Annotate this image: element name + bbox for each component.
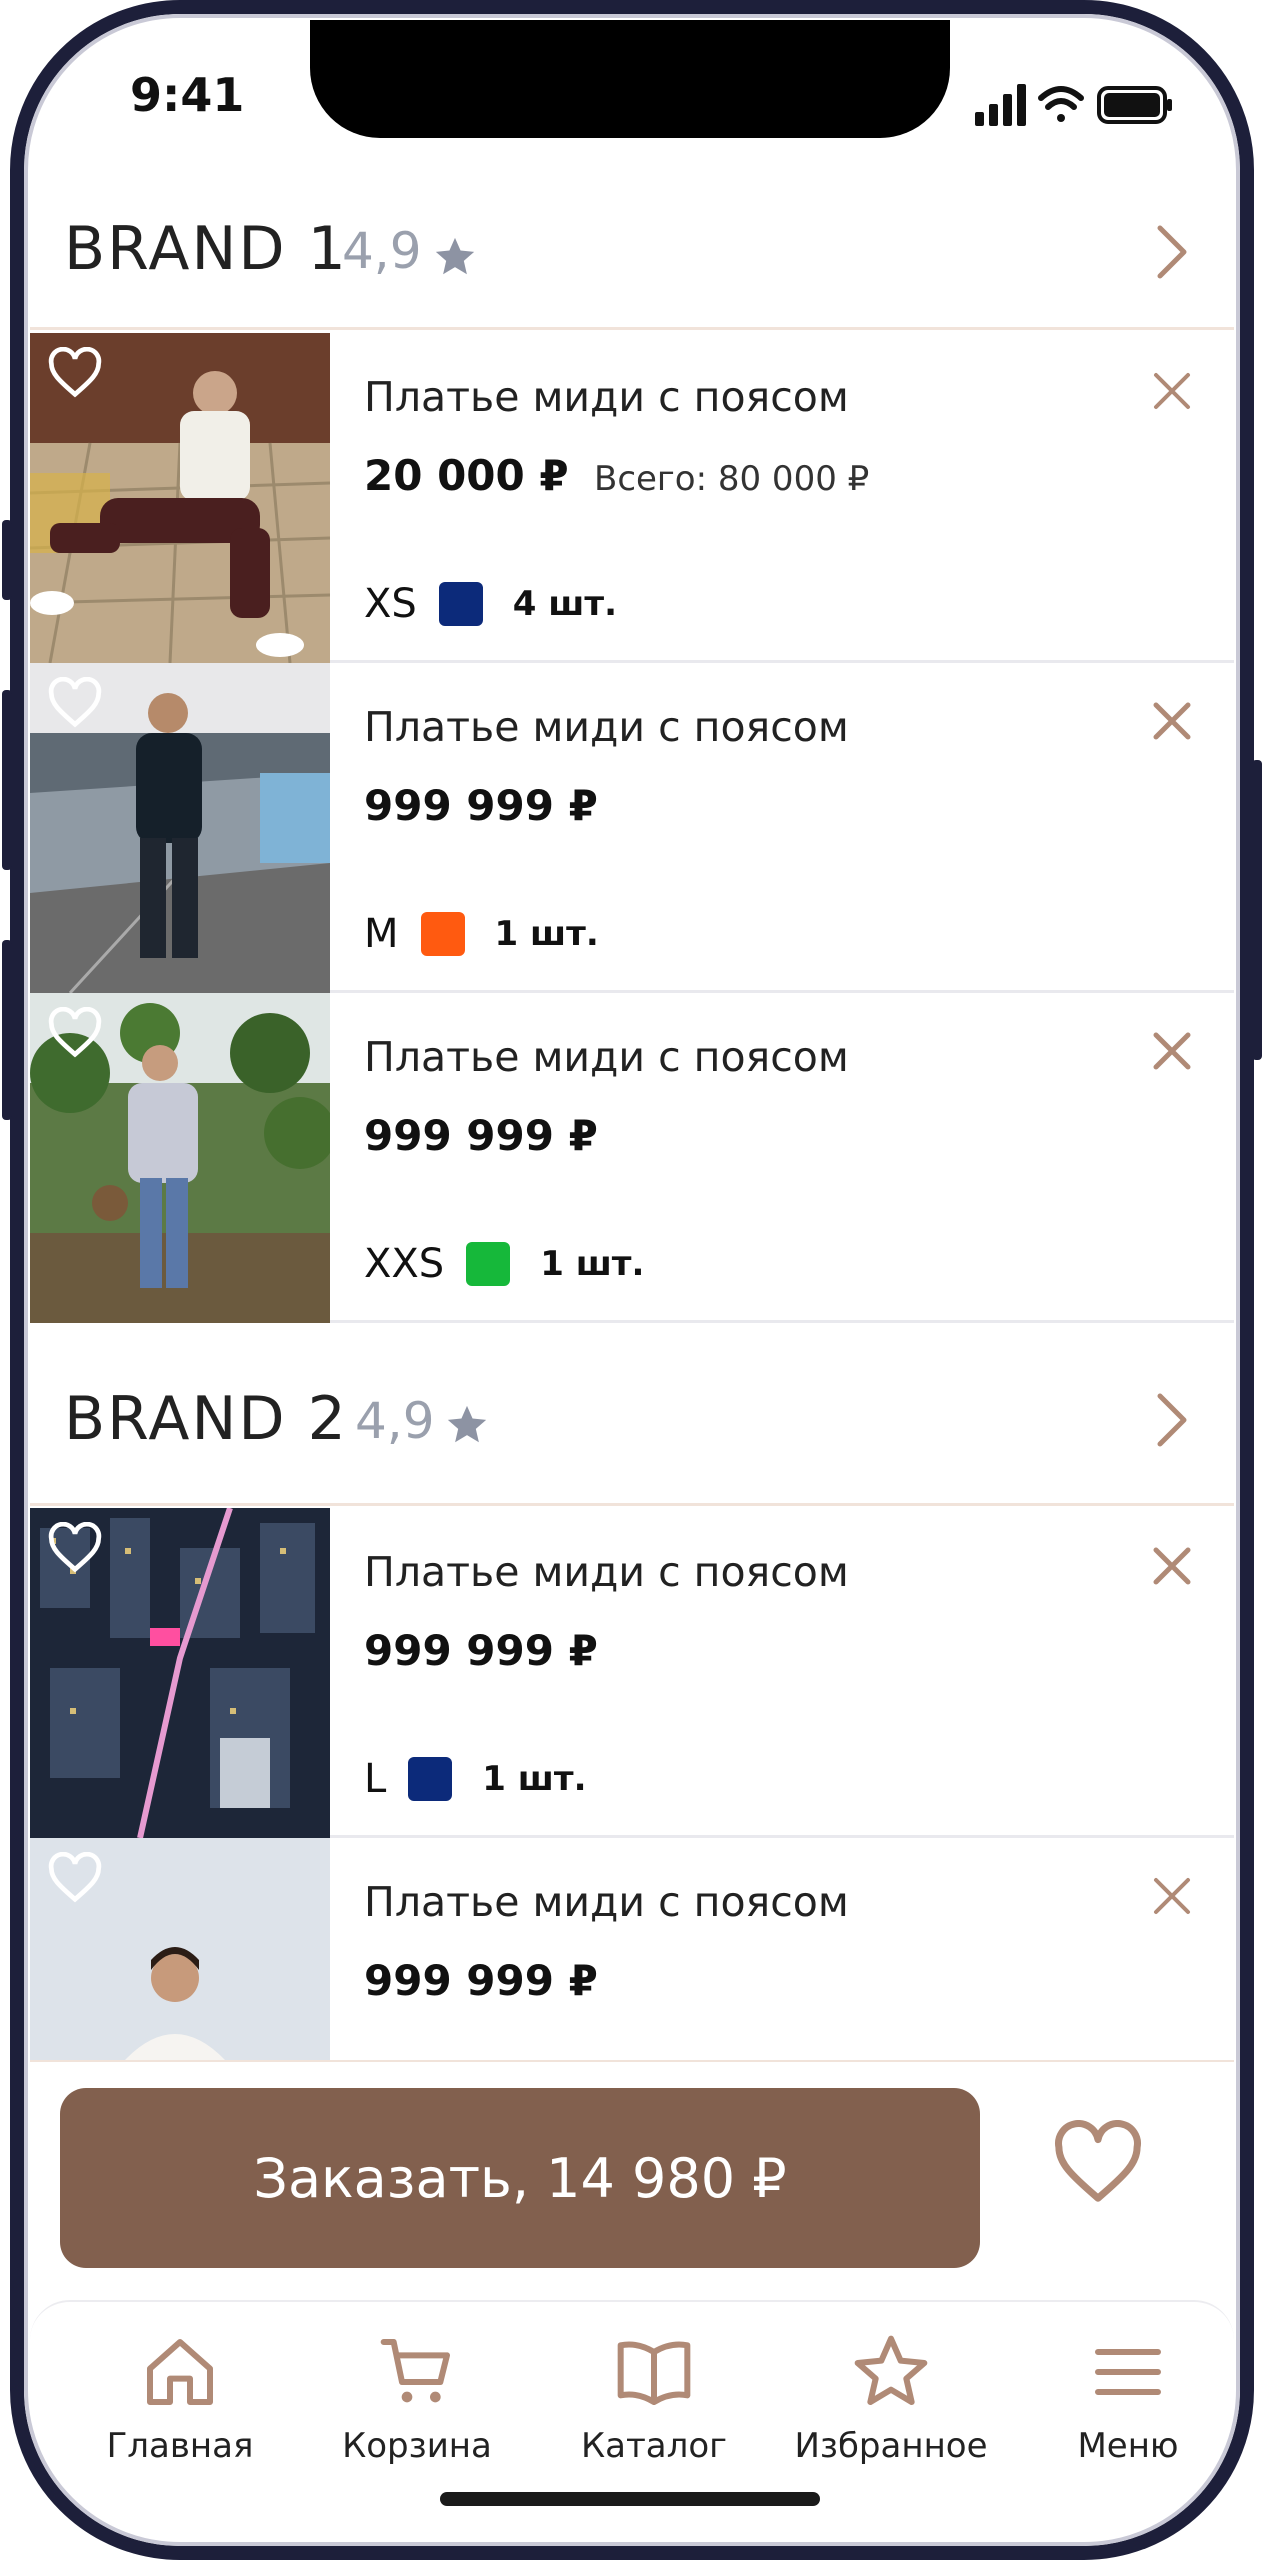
- item-meta: M 1 шт.: [364, 909, 599, 959]
- item-size: L: [364, 1756, 387, 1802]
- product-photo[interactable]: [30, 1508, 330, 1838]
- nav-item-favorites[interactable]: Избранное: [781, 2332, 1001, 2466]
- star-icon: [447, 1405, 487, 1443]
- item-price: 20 000 ₽: [364, 451, 569, 500]
- brand-rating: 4,9: [342, 222, 422, 280]
- favorite-heart-icon[interactable]: [46, 1522, 104, 1574]
- item-meta: XXS 1 шт.: [364, 1239, 644, 1289]
- product-photo[interactable]: [30, 1838, 330, 2060]
- side-button-volume-down: [2, 940, 12, 1120]
- item-title: Платье миди с поясом: [364, 1878, 849, 1926]
- item-price: 999 999 ₽: [364, 781, 598, 830]
- item-meta: XS 4 шт.: [364, 579, 617, 629]
- favorite-heart-icon[interactable]: [46, 1852, 104, 1904]
- item-title: Платье миди с поясом: [364, 1033, 849, 1081]
- nav-label: Каталог: [580, 2426, 727, 2466]
- nav-item-home[interactable]: Главная: [70, 2332, 290, 2466]
- home-indicator: [440, 2492, 820, 2506]
- chevron-right-icon[interactable]: [1156, 1392, 1190, 1448]
- signal-icon: [975, 84, 1026, 126]
- order-bar: Заказать, 14 980 ₽: [30, 2060, 1234, 2300]
- brand-rating: 4,9: [355, 1392, 435, 1450]
- cart-item[interactable]: Платье миди с поясом 999 999 ₽ M 1 шт.: [30, 663, 1234, 993]
- color-swatch: [466, 1242, 511, 1286]
- item-title: Платье миди с поясом: [364, 1548, 849, 1596]
- item-total: Всего: 80 000 ₽: [594, 459, 870, 499]
- book-icon: [617, 2341, 691, 2405]
- item-price: 999 999 ₽: [364, 1956, 598, 2005]
- close-icon[interactable]: [1150, 1874, 1194, 1918]
- product-photo[interactable]: [30, 663, 330, 993]
- item-title: Платье миди с поясом: [364, 703, 849, 751]
- item-qty: 1 шт.: [482, 1759, 587, 1799]
- item-size: XXS: [364, 1241, 445, 1287]
- item-qty: 4 шт.: [512, 584, 618, 624]
- item-price: 999 999 ₽: [364, 1626, 598, 1675]
- brand-header-1[interactable]: BRAND 1 4,9: [30, 170, 1234, 330]
- item-price: 999 999 ₽: [364, 1111, 598, 1160]
- menu-icon: [1095, 2349, 1161, 2395]
- color-swatch: [438, 582, 483, 626]
- nav-label: Избранное: [794, 2426, 988, 2466]
- nav-label: Меню: [1077, 2426, 1179, 2466]
- color-swatch: [420, 912, 465, 956]
- star-icon: [854, 2335, 928, 2405]
- item-qty: 1 шт.: [494, 914, 599, 954]
- home-icon: [147, 2339, 213, 2405]
- chevron-right-icon[interactable]: [1156, 224, 1190, 280]
- nav-item-catalog[interactable]: Каталог: [544, 2332, 764, 2466]
- brand-name: BRAND 1: [64, 214, 348, 284]
- side-button-volume-up: [2, 690, 12, 870]
- status-icons: [975, 84, 1172, 126]
- nav-label: Корзина: [342, 2426, 492, 2466]
- battery-icon: [1097, 86, 1172, 124]
- close-icon[interactable]: [1150, 1544, 1194, 1588]
- favorite-heart-icon[interactable]: [46, 1007, 104, 1059]
- brand-name: BRAND 2: [64, 1384, 348, 1454]
- wifi-icon: [1038, 86, 1084, 122]
- status-bar: 9:41: [30, 20, 1234, 170]
- cart-item[interactable]: Платье миди с поясом 999 999 ₽ XXS 1 шт.: [30, 993, 1234, 1323]
- cart-item[interactable]: Платье миди с поясом 999 999 ₽ L 1 шт.: [30, 1508, 1234, 1838]
- close-icon[interactable]: [1150, 699, 1194, 743]
- item-meta: L 1 шт.: [364, 1754, 587, 1804]
- item-qty: 1 шт.: [540, 1244, 645, 1284]
- favorite-heart-icon[interactable]: [46, 677, 104, 729]
- favorite-heart-icon[interactable]: [46, 347, 104, 399]
- brand-header-2[interactable]: BRAND 2 4,9: [30, 1326, 1234, 1506]
- cart-icon: [380, 2339, 450, 2403]
- product-photo[interactable]: [30, 333, 330, 663]
- cart-item[interactable]: Платье миди с поясом 20 000 ₽ Всего: 80 …: [30, 333, 1234, 663]
- favorite-heart-icon[interactable]: [1050, 2120, 1146, 2206]
- side-button-mute: [2, 520, 12, 600]
- side-button-power: [1252, 760, 1262, 1060]
- notch: [310, 20, 950, 138]
- product-photo[interactable]: [30, 993, 330, 1323]
- item-size: M: [364, 911, 399, 957]
- nav-item-menu[interactable]: Меню: [1018, 2332, 1234, 2466]
- star-icon: [435, 237, 475, 275]
- screen: 9:41 BRAND 1 4,9 Платье миди с поясом 20…: [30, 20, 1234, 2540]
- close-icon[interactable]: [1150, 369, 1194, 413]
- nav-item-cart[interactable]: Корзина: [307, 2332, 527, 2466]
- item-size: XS: [364, 581, 417, 627]
- item-title: Платье миди с поясом: [364, 373, 849, 421]
- order-button[interactable]: Заказать, 14 980 ₽: [60, 2088, 980, 2268]
- nav-label: Главная: [106, 2426, 254, 2466]
- cart-item[interactable]: Платье миди с поясом 999 999 ₽: [30, 1838, 1234, 2060]
- status-time: 9:41: [130, 68, 245, 122]
- close-icon[interactable]: [1150, 1029, 1194, 1073]
- color-swatch: [408, 1757, 453, 1801]
